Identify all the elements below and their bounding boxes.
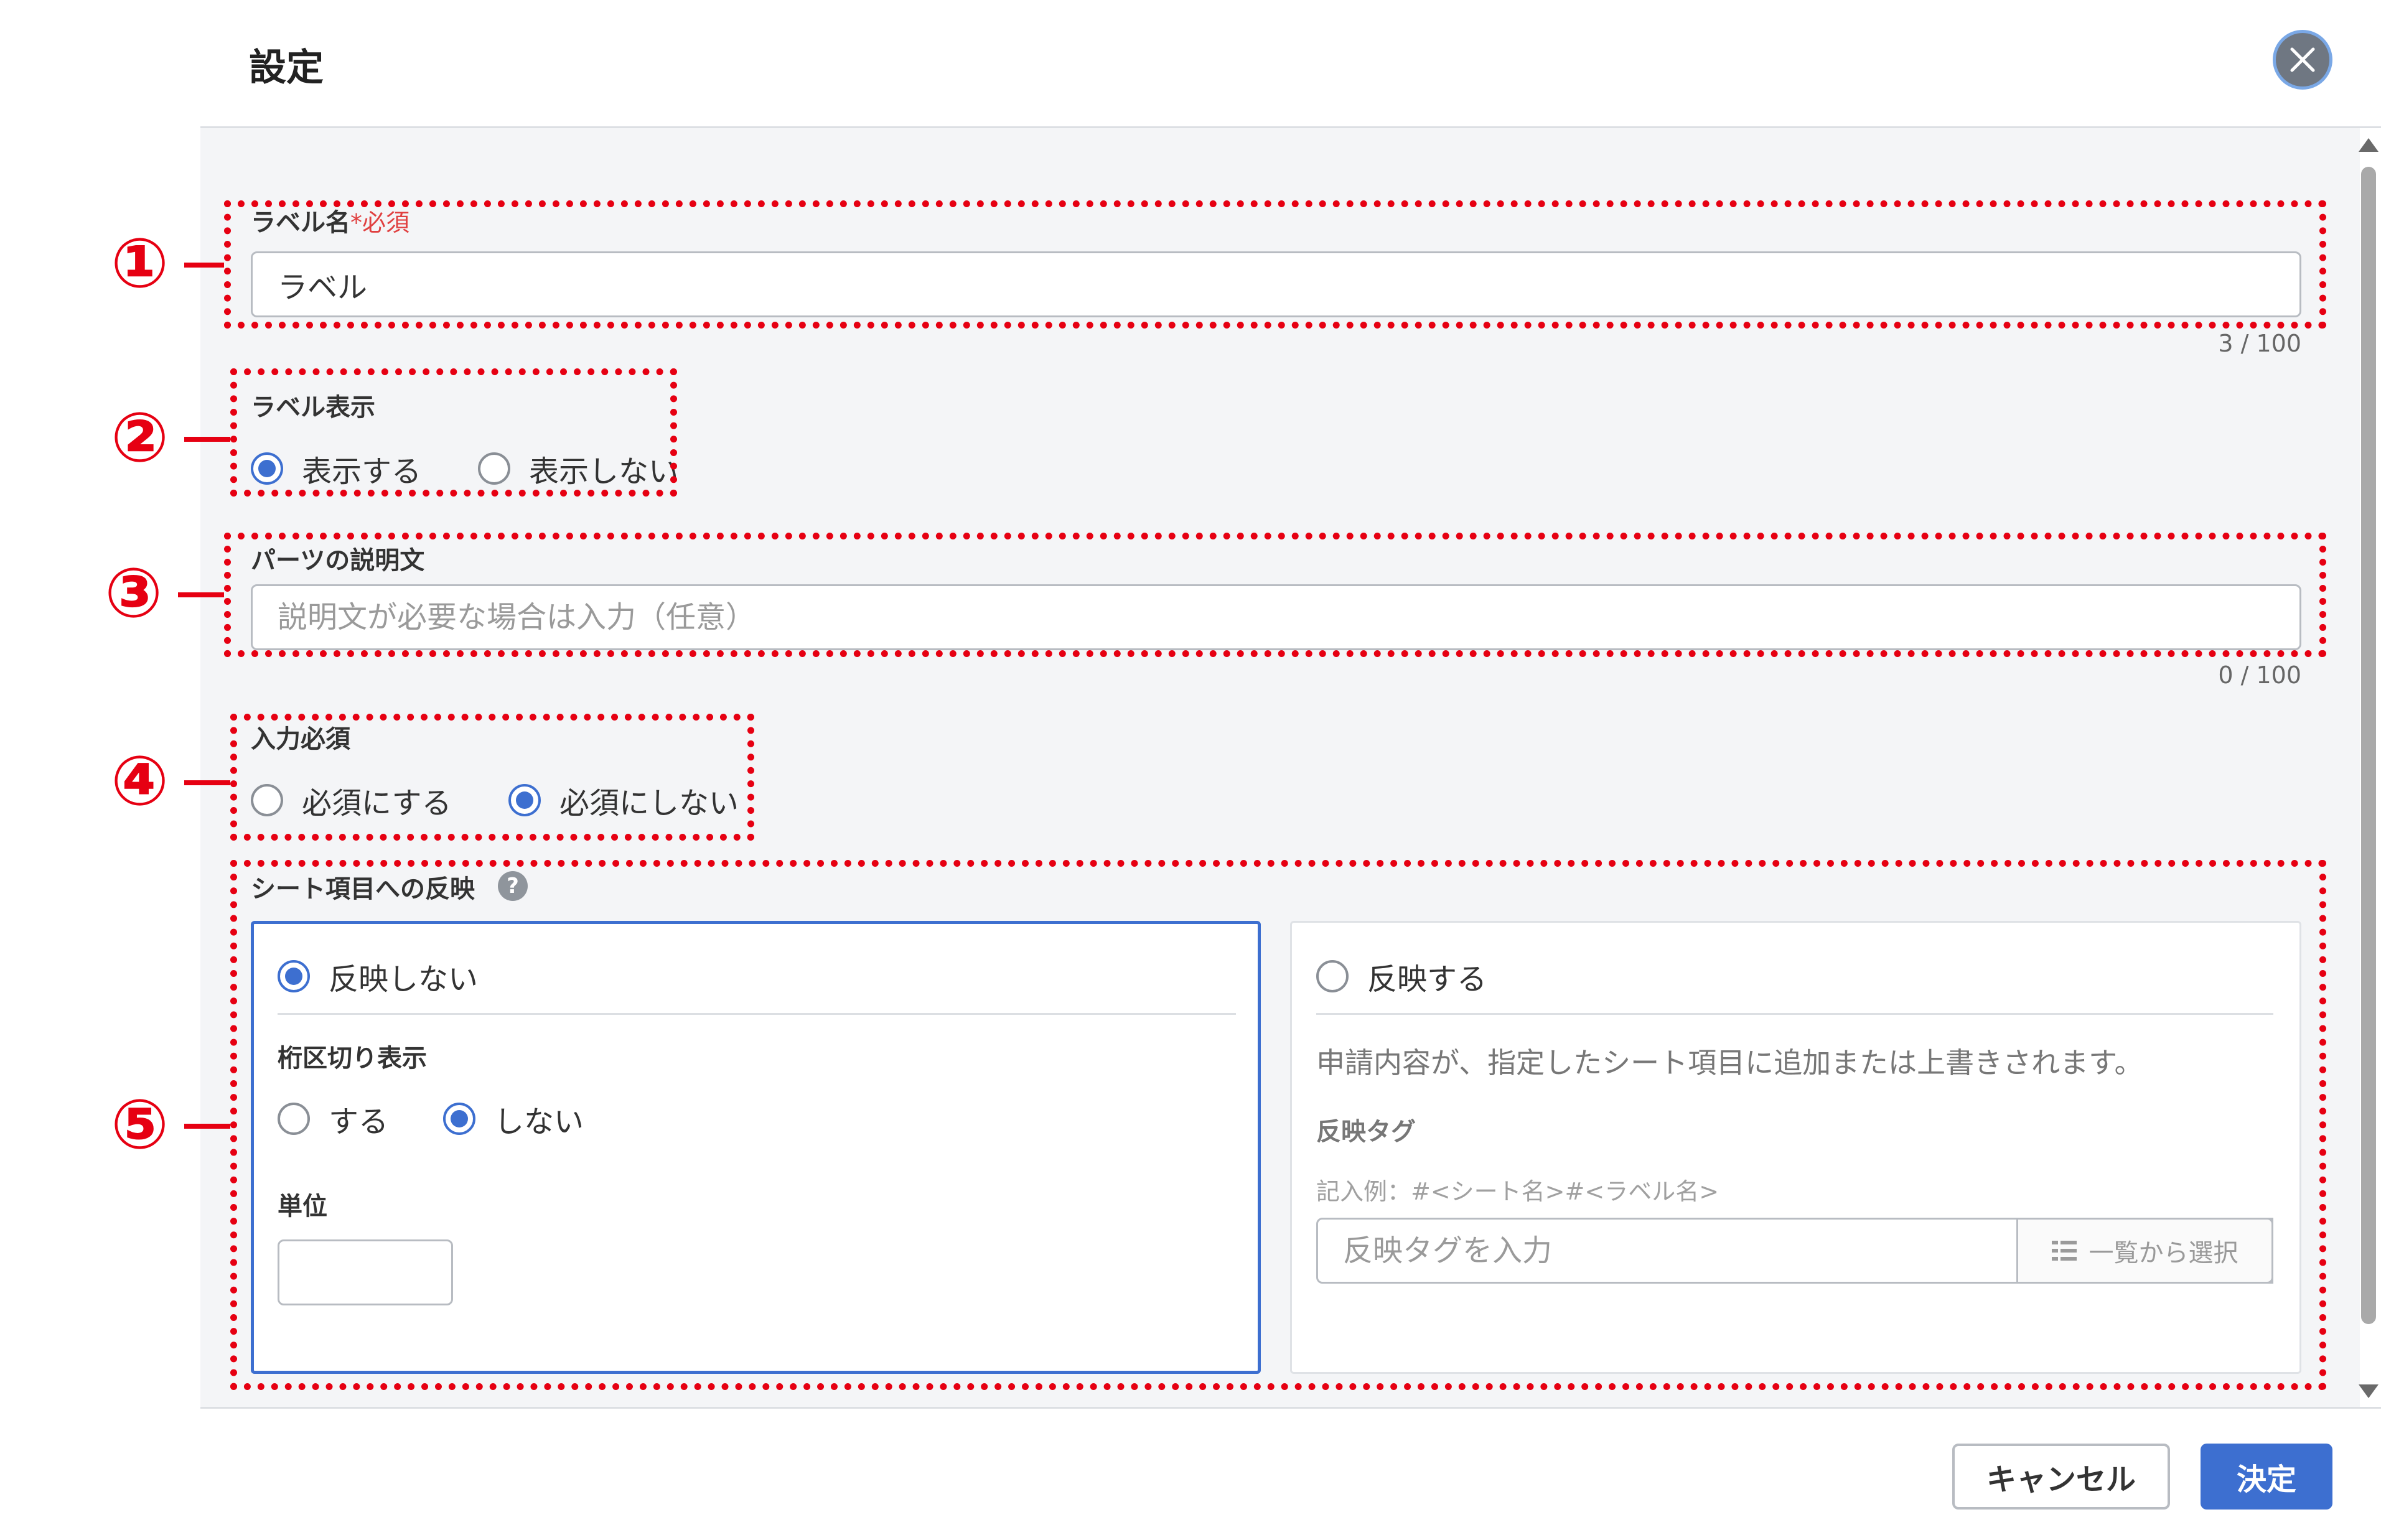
annotation-box-5 <box>230 860 2326 1390</box>
annotation-leader <box>184 780 230 785</box>
label-name-counter: 3 / 100 <box>2218 330 2301 357</box>
annotation-leader <box>184 437 230 442</box>
annotation-box-2 <box>230 368 677 497</box>
description-counter: 0 / 100 <box>2218 661 2301 689</box>
annotation-leader <box>184 263 224 268</box>
close-button[interactable] <box>2273 30 2332 90</box>
ok-button[interactable]: 決定 <box>2201 1444 2332 1510</box>
annotation-number-5: ⑤ <box>111 1085 169 1164</box>
footer-divider <box>200 1407 2381 1409</box>
annotation-box-3 <box>224 533 2326 657</box>
annotation-leader <box>178 592 224 597</box>
cancel-button[interactable]: キャンセル <box>1952 1444 2170 1510</box>
annotation-number-1: ① <box>111 223 169 303</box>
dialog-title: 設定 <box>249 46 324 90</box>
annotation-box-4 <box>230 714 754 841</box>
annotation-number-3: ③ <box>105 553 163 633</box>
scroll-down-arrow[interactable] <box>2359 1384 2379 1398</box>
annotation-leader <box>184 1124 230 1129</box>
scroll-up-arrow[interactable] <box>2359 138 2379 152</box>
annotation-number-2: ② <box>111 398 169 477</box>
annotation-number-4: ④ <box>111 741 169 821</box>
annotation-box-1 <box>224 200 2326 329</box>
scrollbar-thumb[interactable] <box>2361 167 2376 1324</box>
close-icon <box>2290 47 2315 72</box>
